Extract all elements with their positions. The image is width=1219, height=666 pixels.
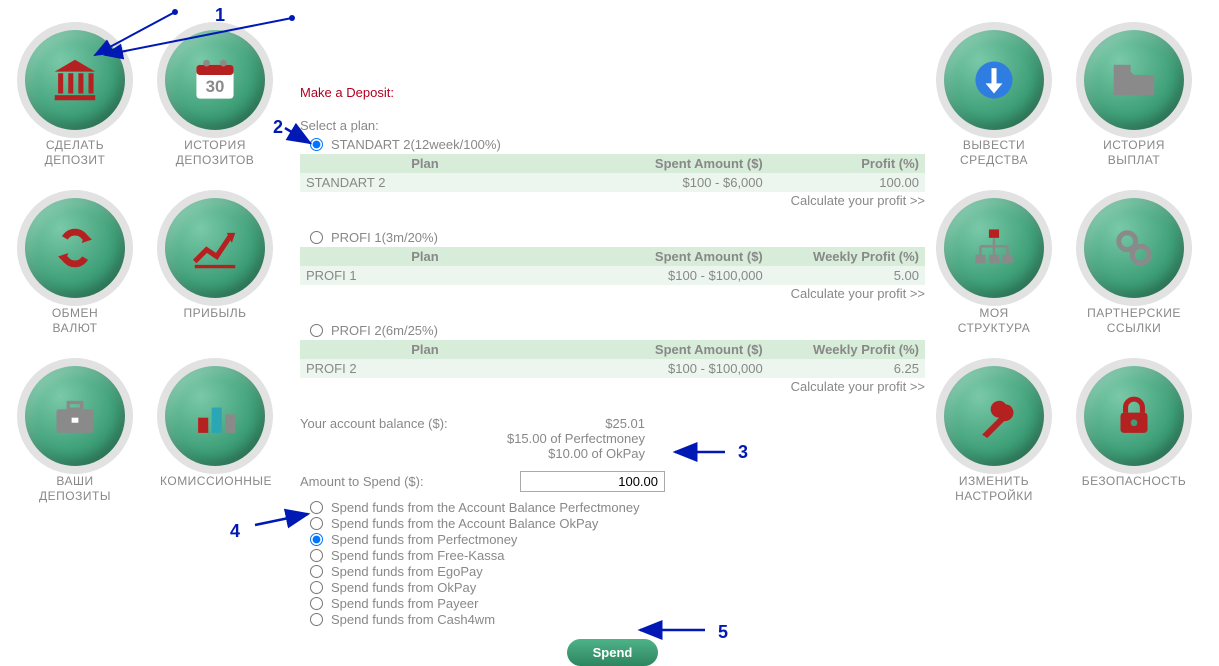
fund-radio-1[interactable] (310, 517, 323, 530)
annotation-4: 4 (230, 521, 240, 542)
nav-label: ИЗМЕНИТЬ НАСТРОЙКИ (939, 474, 1049, 504)
exchange-icon (25, 198, 125, 298)
svg-text:30: 30 (206, 77, 225, 96)
fund-label: Spend funds from Perfectmoney (331, 532, 517, 547)
left-nav-exchange[interactable]: ОБМЕН ВАЛЮТ (20, 198, 130, 336)
annotation-3: 3 (738, 442, 748, 463)
plan-radio-0[interactable] (310, 138, 323, 151)
fund-label: Spend funds from the Account Balance OkP… (331, 516, 598, 531)
nav-label: ИСТОРИЯ ВЫПЛАТ (1079, 138, 1189, 168)
plan-radio-label: PROFI 1(3m/20%) (331, 230, 438, 245)
fund-label: Spend funds from EgoPay (331, 564, 483, 579)
fund-radio-3[interactable] (310, 549, 323, 562)
annotation-2: 2 (273, 117, 283, 138)
plan-radio-label: STANDART 2(12week/100%) (331, 137, 501, 152)
left-nav-bars[interactable]: КОМИССИОННЫЕ (160, 366, 270, 504)
nav-label: ОБМЕН ВАЛЮТ (20, 306, 130, 336)
nav-label: БЕЗОПАСНОСТЬ (1079, 474, 1189, 489)
plan-radio-1[interactable] (310, 231, 323, 244)
nav-label: СДЕЛАТЬ ДЕПОЗИТ (20, 138, 130, 168)
briefcase-icon (25, 366, 125, 466)
nav-label: ВЫВЕСТИ СРЕДСТВА (939, 138, 1049, 168)
right-sidebar: ВЫВЕСТИ СРЕДСТВА ИСТОРИЯ ВЫПЛАТ МОЯ СТРУК… (939, 30, 1199, 534)
plan-radio-2[interactable] (310, 324, 323, 337)
balance-okpay: $10.00 of OkPay (500, 446, 645, 461)
amount-input[interactable] (520, 471, 665, 492)
plan-table: PlanSpent Amount ($)Profit (%) STANDART … (300, 154, 925, 192)
annotation-5: 5 (718, 622, 728, 643)
calendar-icon: 30 (165, 30, 265, 130)
right-nav-wrench[interactable]: ИЗМЕНИТЬ НАСТРОЙКИ (939, 366, 1049, 504)
bars-icon (165, 366, 265, 466)
nav-label: КОМИССИОННЫЕ (160, 474, 270, 489)
right-nav-download[interactable]: ВЫВЕСТИ СРЕДСТВА (939, 30, 1049, 168)
left-nav-calendar[interactable]: 30 ИСТОРИЯ ДЕПОЗИТОВ (160, 30, 270, 168)
wrench-icon (944, 366, 1044, 466)
fund-radio-4[interactable] (310, 565, 323, 578)
nav-label: МОЯ СТРУКТУРА (939, 306, 1049, 336)
right-nav-structure[interactable]: МОЯ СТРУКТУРА (939, 198, 1049, 336)
nav-label: ПАРТНЕРСКИЕ ССЫЛКИ (1079, 306, 1189, 336)
fund-label: Spend funds from Payeer (331, 596, 478, 611)
fund-label: Spend funds from Cash4wm (331, 612, 495, 627)
nav-label: ВАШИ ДЕПОЗИТЫ (20, 474, 130, 504)
right-nav-link[interactable]: ПАРТНЕРСКИЕ ССЫЛКИ (1079, 198, 1189, 336)
left-nav-bank[interactable]: СДЕЛАТЬ ДЕПОЗИТ (20, 30, 130, 168)
link-icon (1084, 198, 1184, 298)
trend-icon (165, 198, 265, 298)
lock-icon (1084, 366, 1184, 466)
balance-pm: $15.00 of Perfectmoney (500, 431, 645, 446)
left-nav-briefcase[interactable]: ВАШИ ДЕПОЗИТЫ (20, 366, 130, 504)
download-icon (944, 30, 1044, 130)
fund-radio-6[interactable] (310, 597, 323, 610)
right-nav-folder[interactable]: ИСТОРИЯ ВЫПЛАТ (1079, 30, 1189, 168)
fund-label: Spend funds from Free-Kassa (331, 548, 504, 563)
fund-label: Spend funds from the Account Balance Per… (331, 500, 640, 515)
calculate-profit-link[interactable]: Calculate your profit >> (300, 286, 925, 301)
fund-radio-0[interactable] (310, 501, 323, 514)
fund-label: Spend funds from OkPay (331, 580, 476, 595)
nav-label: ИСТОРИЯ ДЕПОЗИТОВ (160, 138, 270, 168)
fund-radio-7[interactable] (310, 613, 323, 626)
plan-table: PlanSpent Amount ($)Weekly Profit (%) PR… (300, 247, 925, 285)
annotation-1: 1 (215, 5, 225, 26)
select-plan-label: Select a plan: (300, 118, 925, 133)
balance-label: Your account balance ($): (300, 416, 500, 461)
calculate-profit-link[interactable]: Calculate your profit >> (300, 379, 925, 394)
left-sidebar: СДЕЛАТЬ ДЕПОЗИТ 30 ИСТОРИЯ ДЕПОЗИТОВ ОБМЕН… (20, 30, 280, 534)
deposit-form: Make a Deposit: Select a plan: STANDART … (300, 85, 925, 666)
fund-radio-5[interactable] (310, 581, 323, 594)
fund-radio-2[interactable] (310, 533, 323, 546)
balance-total: $25.01 (500, 416, 645, 431)
plan-table: PlanSpent Amount ($)Weekly Profit (%) PR… (300, 340, 925, 378)
structure-icon (944, 198, 1044, 298)
spend-button[interactable]: Spend (567, 639, 659, 666)
page-title: Make a Deposit: (300, 85, 925, 100)
nav-label: ПРИБЫЛЬ (160, 306, 270, 321)
folder-icon (1084, 30, 1184, 130)
plan-radio-label: PROFI 2(6m/25%) (331, 323, 438, 338)
left-nav-trend[interactable]: ПРИБЫЛЬ (160, 198, 270, 336)
right-nav-lock[interactable]: БЕЗОПАСНОСТЬ (1079, 366, 1189, 504)
calculate-profit-link[interactable]: Calculate your profit >> (300, 193, 925, 208)
amount-label: Amount to Spend ($): (300, 474, 500, 489)
bank-icon (25, 30, 125, 130)
